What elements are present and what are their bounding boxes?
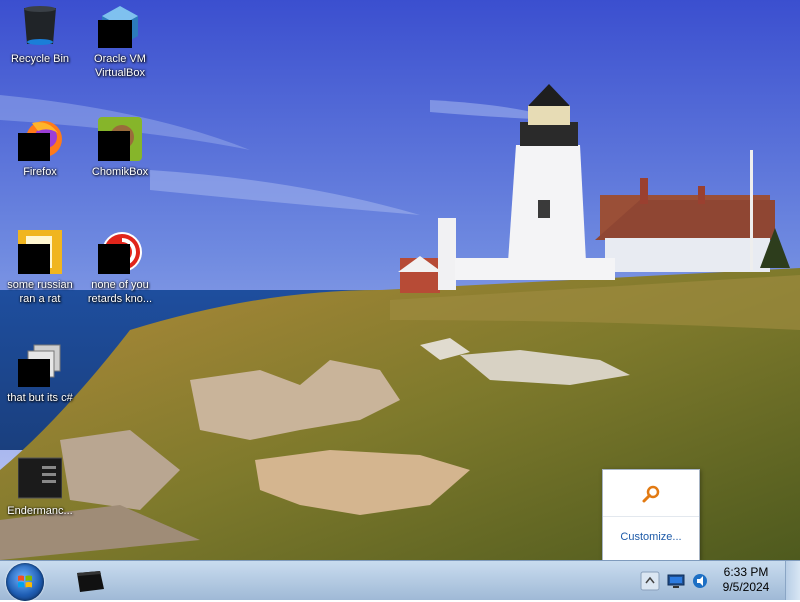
cmd-window-icon [77,571,104,592]
show-desktop-button[interactable] [785,561,800,600]
start-button[interactable] [6,563,44,601]
desktop-icon-label: ChomikBox [91,166,149,178]
speaker-icon[interactable] [690,571,710,591]
clock-time: 6:33 PM [723,565,769,579]
firefox-icon [18,117,62,163]
desktop-icon-firefox[interactable]: Firefox [0,117,80,179]
desktop-icon-label: Firefox [23,166,57,178]
terminal-icon [17,456,63,500]
desktop-icon-label: some russian ran a rat [7,279,73,305]
desktop-icon-label: that but its c# [7,392,73,404]
documents-icon [18,343,62,387]
search-icon[interactable] [641,484,661,504]
app-icon-yellow [18,230,62,274]
desktop-icon-label: Endermanc... [7,505,73,517]
desktop-icon-russian-rat[interactable]: some russian ran a rat [0,230,80,306]
desktop-icon-label: none of you retards kno... [87,279,153,305]
popup-divider [603,516,699,517]
desktop-icon-endermanch[interactable]: Endermanc... [0,456,80,518]
network-icon[interactable] [666,571,686,591]
desktop-icon-recycle-bin[interactable]: Recycle Bin [0,4,80,66]
desktop-icon-label: Oracle VM VirtualBox [94,53,146,79]
desktop-icon-virtualbox[interactable]: Oracle VM VirtualBox [80,4,160,80]
virtualbox-icon [98,4,142,48]
customize-link[interactable]: Customize... [603,531,699,543]
chomikbox-icon [98,117,142,161]
tray-arrow-icon[interactable] [640,571,660,591]
windows-logo-icon [18,575,32,588]
tray-overflow-popup: Customize... [602,469,700,561]
taskbar-clock[interactable]: 6:33 PM 9/5/2024 [710,565,782,595]
desktop-icon-that-but-csharp[interactable]: that but its c# [0,343,80,405]
app-icon-red [98,230,142,274]
desktop-icon-none-of-you[interactable]: none of you retards kno... [80,230,160,306]
desktop-icon-label: Recycle Bin [10,53,70,65]
taskbar: 6:33 PM 9/5/2024 [0,560,800,601]
desktop-icon-chomikbox[interactable]: ChomikBox [80,117,160,179]
recycle-bin-icon [18,4,62,48]
taskbar-item-cmd[interactable] [72,565,108,597]
clock-date: 9/5/2024 [722,580,770,594]
